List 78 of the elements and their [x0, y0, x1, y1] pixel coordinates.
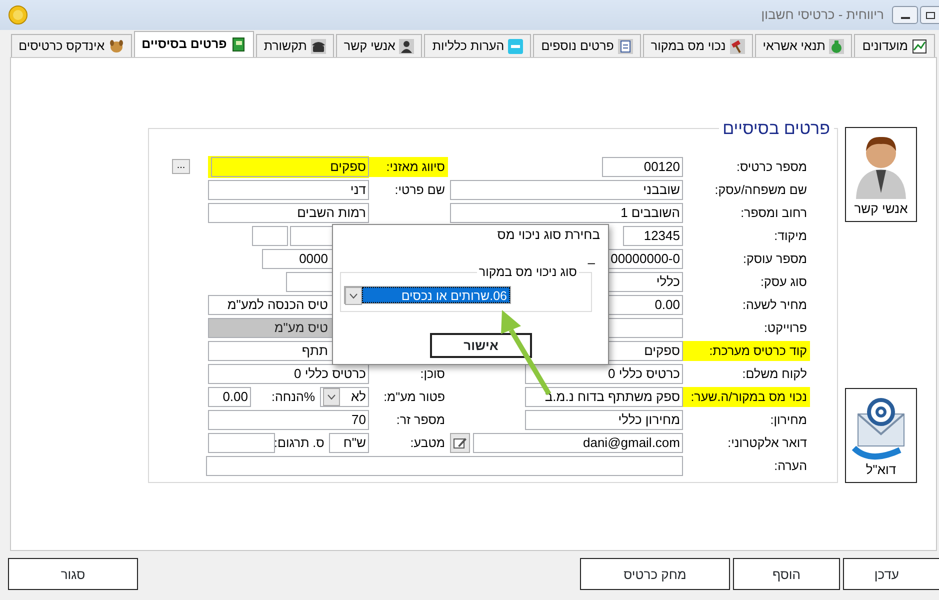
text-field[interactable]	[208, 432, 276, 452]
text-field[interactable]: ספק משתתף בדוח נ.מ.ב	[525, 386, 683, 406]
text-field[interactable]: השובבים 1	[450, 202, 683, 222]
document-icon	[618, 38, 633, 54]
field-label: רחוב ומספר:	[740, 204, 808, 222]
field-label: מחיר לשעה:	[741, 296, 808, 314]
dialog-title: בחירת סוג ניכוי מס	[497, 226, 600, 244]
pencil-icon	[453, 436, 467, 450]
ok-button[interactable]: אישור	[430, 333, 532, 358]
text-field[interactable]: ש"ח	[329, 432, 369, 452]
tab[interactable]: פרטים נוספים	[533, 34, 641, 57]
telephone-icon	[310, 38, 326, 54]
tab[interactable]: אנשי קשר	[336, 34, 422, 57]
action-button[interactable]: סגור	[8, 558, 138, 590]
field-label: סיווג מאזני:	[369, 156, 448, 176]
caret-icon	[327, 394, 336, 400]
side-button[interactable]: דוא"ל	[845, 388, 917, 483]
text-field[interactable]: 70	[208, 410, 369, 430]
hammer-icon	[730, 38, 745, 54]
tab[interactable]: הערות כלליות	[424, 34, 532, 57]
action-button[interactable]: מחק כרטיס	[580, 558, 730, 590]
field-label: %הנחה:	[270, 388, 316, 406]
browse-button[interactable]: ...	[172, 159, 190, 174]
badge-icon	[508, 38, 524, 54]
field-label: הערה:	[773, 458, 808, 474]
action-button[interactable]: הוסף	[733, 558, 840, 590]
field-label: פטור מע"מ:	[382, 388, 446, 406]
dropdown[interactable]: לא	[320, 386, 369, 406]
text-field[interactable]: dani@gmail.com	[473, 432, 683, 452]
field-label: מיקוד:	[773, 228, 808, 244]
field-label: מטבע:	[409, 434, 446, 452]
chart-icon	[912, 38, 927, 54]
text-field[interactable]	[206, 456, 683, 476]
tab[interactable]: נכוי מס במקור	[642, 34, 753, 57]
field-label: שם פרטי:	[394, 182, 446, 198]
field-label: מספר זר:	[395, 412, 446, 428]
field-label: קוד כרטיס מערכת:	[683, 340, 810, 360]
text-field[interactable]: מחירון כללי	[525, 410, 683, 430]
text-field[interactable]: 00120	[602, 156, 683, 176]
action-button[interactable]: עדכן	[843, 558, 939, 590]
tab[interactable]: אינדקס כרטיסים	[10, 34, 132, 57]
field-label: פרוייקט:	[762, 320, 808, 336]
field-label: שם משפחה/עסק:	[714, 182, 808, 198]
dash-text: –	[588, 254, 595, 272]
field-label: מספר כרטיס:	[735, 158, 808, 176]
tab[interactable]: מועדונים	[854, 34, 935, 57]
person-icon	[399, 38, 414, 54]
book-icon	[230, 37, 246, 52]
field-label: סוג עסק:	[759, 274, 808, 290]
text-field[interactable]: ספקים	[211, 156, 369, 176]
field-label: נכוי מס במקור/ה.שער:	[683, 386, 810, 406]
text-field[interactable]: רמות השבים	[208, 202, 369, 222]
text-field[interactable]	[252, 226, 288, 246]
tab[interactable]: פרטים בסיסיים	[134, 31, 254, 57]
text-field[interactable]: כרטיס כללי 0	[208, 364, 369, 384]
field-label: דואר אלקטרוני:	[726, 434, 808, 452]
field-label: סוכן:	[419, 366, 446, 382]
window-title: ריווחית - כרטיסי חשבון	[761, 6, 884, 24]
text-field[interactable]: כרטיס כללי 0	[525, 364, 683, 384]
tab[interactable]: תקשורת	[256, 34, 334, 57]
maximize-button[interactable]	[920, 6, 939, 24]
coin-icon	[8, 5, 28, 25]
text-field[interactable]: 0.00	[208, 386, 251, 406]
field-label: מספר עוסק:	[742, 250, 808, 268]
caret-icon	[349, 293, 358, 299]
field-label: ס. תרגום:	[277, 434, 326, 452]
edit-button[interactable]	[450, 432, 470, 452]
dog-icon	[108, 38, 124, 54]
dropdown[interactable]: 06.שרותים או נכסים	[344, 286, 511, 304]
field-label: לקוח משלם:	[741, 366, 808, 382]
text-field[interactable]: שובבני	[450, 180, 683, 200]
text-field[interactable]: דני	[208, 180, 369, 200]
text-field[interactable]: 12345	[623, 226, 683, 246]
minimize-button[interactable]	[892, 6, 918, 24]
side-button[interactable]: אנשי קשר	[845, 127, 917, 222]
tab[interactable]: תנאי אשראי	[754, 34, 852, 57]
money-bag-icon	[829, 38, 844, 54]
field-label: מחירון:	[769, 412, 808, 428]
